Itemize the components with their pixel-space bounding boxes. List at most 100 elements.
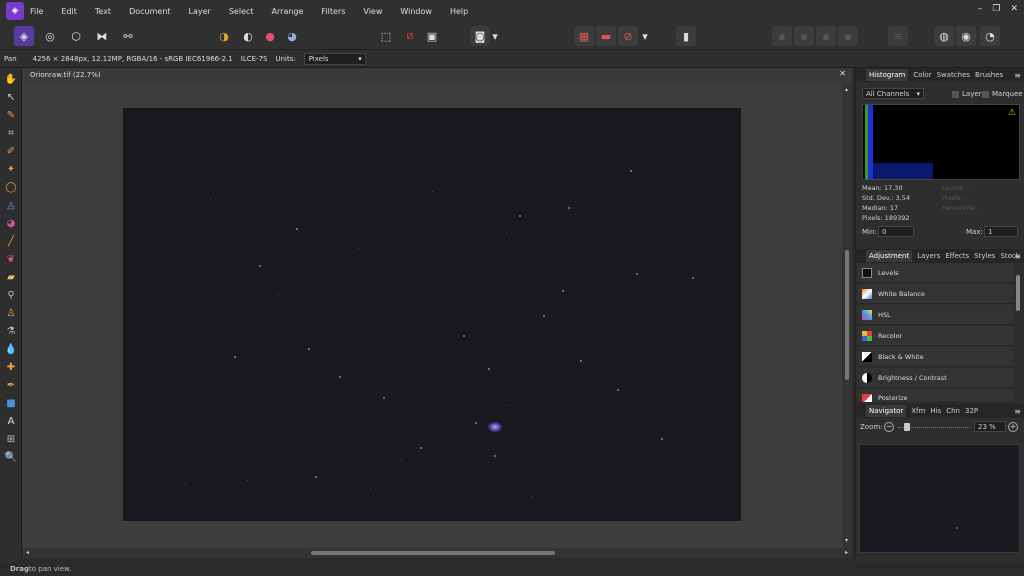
tab-adjustment[interactable]: Adjustment <box>866 250 913 262</box>
tab-effects[interactable]: Effects <box>945 252 969 260</box>
layer-checkbox[interactable] <box>952 91 959 98</box>
panel-menu-icon[interactable]: ≡ <box>1014 252 1021 261</box>
brush-assistant-icon[interactable]: ▮ <box>676 26 696 46</box>
adjustment-brightness-contrast[interactable]: Brightness / Contrast <box>858 368 1013 388</box>
paint-brush-icon[interactable]: ╱ <box>4 234 18 248</box>
erase-brush-icon[interactable]: ▰ <box>4 270 18 284</box>
horizontal-scroll-thumb[interactable] <box>311 551 555 555</box>
menu-text[interactable]: Text <box>95 7 111 16</box>
export-persona-icon[interactable]: ⚯ <box>118 26 138 46</box>
units-select[interactable]: Pixels ▾ <box>303 52 366 65</box>
healing-brush-icon[interactable]: ✚ <box>4 360 18 374</box>
auto-levels-icon[interactable]: ◑ <box>214 26 234 46</box>
app-logo-icon[interactable]: ◈ <box>6 2 24 20</box>
liquify-persona-icon[interactable]: ◎ <box>40 26 60 46</box>
vertical-scrollbar[interactable]: ▴ ▾ <box>842 82 852 548</box>
tab-layers[interactable]: Layers <box>917 252 940 260</box>
adjustment-black-white[interactable]: Black & White <box>858 347 1013 367</box>
adjustment-white-balance[interactable]: White Balance <box>858 284 1013 304</box>
text-tool-icon[interactable]: A <box>4 414 18 428</box>
pen-tool-icon[interactable]: ✒ <box>4 378 18 392</box>
boolean-add-icon[interactable]: ◍ <box>934 26 954 46</box>
menu-file[interactable]: File <box>30 7 43 16</box>
scroll-left-icon[interactable]: ◂ <box>26 549 29 556</box>
marquee-tool-icon[interactable]: ◯ <box>4 180 18 194</box>
adjustment-levels[interactable]: Levels <box>858 263 1013 283</box>
channel-select[interactable]: All Channels ▾ <box>862 88 924 99</box>
auto-contrast-icon[interactable]: ◐ <box>238 26 258 46</box>
color-picker-icon[interactable]: ✎ <box>4 108 18 122</box>
deselect-icon[interactable]: ⧄ <box>400 26 420 46</box>
tab-swatches[interactable]: Swatches <box>937 71 970 79</box>
dodge-brush-icon[interactable]: ⚲ <box>4 288 18 302</box>
adjustment-scroll-thumb[interactable] <box>1016 275 1020 311</box>
document-image[interactable] <box>123 108 741 521</box>
panel-menu-icon[interactable]: ≡ <box>1014 407 1021 416</box>
flood-fill-icon[interactable]: ◬ <box>4 198 18 212</box>
menu-filters[interactable]: Filters <box>321 7 345 16</box>
scroll-down-icon[interactable]: ▾ <box>845 537 848 544</box>
zoom-in-icon[interactable]: + <box>1008 422 1018 432</box>
vertical-scroll-thumb[interactable] <box>845 250 849 380</box>
menu-document[interactable]: Document <box>129 7 170 16</box>
menu-view[interactable]: View <box>363 7 382 16</box>
zoom-slider-handle[interactable] <box>903 423 910 431</box>
auto-white-balance-icon[interactable]: ◕ <box>282 26 302 46</box>
adjustment-hsl[interactable]: HSL <box>858 305 1013 325</box>
tab-32p[interactable]: 32P <box>965 407 978 415</box>
tone-mapping-persona-icon[interactable]: ⧓ <box>92 26 112 46</box>
horizontal-scrollbar[interactable]: ◂ ▸ <box>22 548 852 558</box>
rectangle-tool-icon[interactable]: ■ <box>4 396 18 410</box>
zoom-out-icon[interactable]: − <box>884 422 894 432</box>
adjustment-recolor[interactable]: Recolor <box>858 326 1013 346</box>
menu-window[interactable]: Window <box>400 7 432 16</box>
crop-tool-icon[interactable]: ⌗ <box>4 126 18 140</box>
zoom-input[interactable]: 23 % <box>974 421 1006 432</box>
gradient-tool-icon[interactable]: ◕ <box>4 216 18 230</box>
tab-brushes[interactable]: Brushes <box>975 71 1003 79</box>
move-tool-icon[interactable]: ↖ <box>4 90 18 104</box>
tab-color[interactable]: Color <box>913 71 931 79</box>
tab-styles[interactable]: Styles <box>974 252 995 260</box>
tab-his[interactable]: His <box>930 407 941 415</box>
zoom-tool-icon[interactable]: 🔍 <box>4 450 18 464</box>
assistant-icon[interactable]: ▬ <box>596 26 616 46</box>
flood-select-icon[interactable]: ✦ <box>4 162 18 176</box>
photo-persona-icon[interactable]: ◈ <box>14 26 34 46</box>
develop-persona-icon[interactable]: ⬡ <box>66 26 86 46</box>
tab-navigator[interactable]: Navigator <box>866 405 907 417</box>
menu-arrange[interactable]: Arrange <box>272 7 304 16</box>
minimize-button[interactable]: – <box>978 4 983 14</box>
restore-button[interactable]: ❐ <box>992 4 1000 14</box>
tab-chn[interactable]: Chn <box>946 407 960 415</box>
panel-menu-icon[interactable]: ≡ <box>1014 71 1021 80</box>
menu-layer[interactable]: Layer <box>189 7 211 16</box>
marquee-icon[interactable]: ⬚ <box>376 26 396 46</box>
boolean-intersect-icon[interactable]: ◔ <box>980 26 1000 46</box>
scroll-up-icon[interactable]: ▴ <box>845 86 848 93</box>
document-tab[interactable]: Orionraw.tif (22.7%) ✕ <box>22 68 852 82</box>
menu-help[interactable]: Help <box>450 7 468 16</box>
arrange-icon-2[interactable]: ▪ <box>794 26 814 46</box>
arrange-icon-1[interactable]: ▪ <box>772 26 792 46</box>
invert-selection-icon[interactable]: ▣ <box>422 26 442 46</box>
snapping-icon[interactable]: ⊘ <box>618 26 638 46</box>
chevron-down-icon[interactable]: ▾ <box>640 26 650 46</box>
navigator-preview[interactable] <box>859 444 1020 553</box>
marquee-checkbox[interactable] <box>982 91 989 98</box>
pan-tool-icon[interactable]: ✋ <box>4 72 18 86</box>
chevron-down-icon[interactable]: ▾ <box>490 26 500 46</box>
tab-xfm[interactable]: Xfm <box>911 407 925 415</box>
max-input[interactable]: 1 <box>984 226 1018 237</box>
close-icon[interactable]: ✕ <box>839 69 846 78</box>
color-replacement-icon[interactable]: ❦ <box>4 252 18 266</box>
tab-histogram[interactable]: Histogram <box>866 69 909 81</box>
arrange-icon-4[interactable]: ▪ <box>838 26 858 46</box>
clone-brush-icon[interactable]: ♙ <box>4 306 18 320</box>
selection-brush-icon[interactable]: ✐ <box>4 144 18 158</box>
blur-brush-icon[interactable]: 💧 <box>4 342 18 356</box>
min-input[interactable]: 0 <box>878 226 914 237</box>
scroll-right-icon[interactable]: ▸ <box>845 549 848 556</box>
quick-mask-icon[interactable]: ◙ <box>470 26 490 46</box>
boolean-subtract-icon[interactable]: ◉ <box>956 26 976 46</box>
